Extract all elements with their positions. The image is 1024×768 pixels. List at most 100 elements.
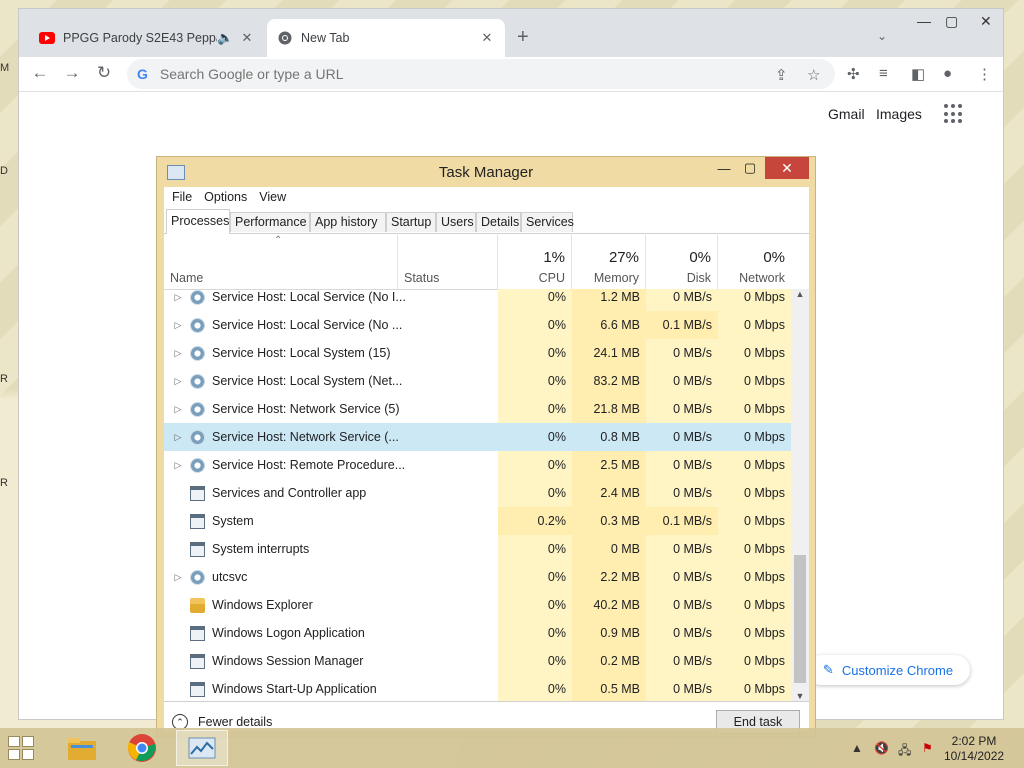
column-disk[interactable]: 0% Disk bbox=[646, 233, 718, 289]
process-name-cell: Services and Controller app bbox=[164, 479, 498, 507]
expand-chevron-icon[interactable]: ▷ bbox=[170, 432, 186, 443]
tab-app-history[interactable]: App history bbox=[310, 212, 386, 232]
profile-avatar-icon[interactable]: ● bbox=[943, 65, 952, 82]
process-name: Windows Start-Up Application bbox=[212, 682, 377, 696]
show-hidden-icons-icon[interactable]: ▲ bbox=[851, 741, 863, 755]
task-manager-taskbar-icon[interactable] bbox=[176, 730, 228, 766]
tab-users[interactable]: Users bbox=[436, 212, 476, 232]
menu-view[interactable]: View bbox=[259, 190, 286, 204]
google-apps-icon[interactable] bbox=[944, 104, 964, 124]
tab-details[interactable]: Details bbox=[476, 212, 521, 232]
tab-youtube[interactable]: PPGG Parody S2E43 Peppa T 🔈 ✕ bbox=[29, 19, 265, 57]
column-cpu[interactable]: 1% CPU bbox=[498, 233, 572, 289]
process-row[interactable]: ▷ Service Host: Local Service (No ... 0% 6.… bbox=[164, 311, 791, 339]
tab-processes[interactable]: Processes bbox=[166, 209, 230, 234]
tab-new-tab[interactable]: New Tab ✕ bbox=[267, 19, 505, 57]
network-icon[interactable]: 🖧 bbox=[898, 741, 911, 762]
network-cell: 0 Mbps bbox=[718, 311, 791, 339]
process-row[interactable]: System interrupts 0% 0 MB 0 MB/s 0 Mbps bbox=[164, 535, 791, 563]
new-tab-button[interactable]: + bbox=[517, 26, 529, 49]
scrollbar-thumb[interactable] bbox=[794, 555, 806, 683]
process-row[interactable]: Windows Start-Up Application 0% 0.5 MB 0 MB… bbox=[164, 675, 791, 701]
task-manager-titlebar[interactable]: Task Manager — ▢ ✕ bbox=[157, 157, 815, 187]
process-row[interactable]: System 0.2% 0.3 MB 0.1 MB/s 0 Mbps bbox=[164, 507, 791, 535]
fewer-details-label: Fewer details bbox=[198, 715, 273, 729]
process-row[interactable]: ▷ utcsvc 0% 2.2 MB 0 MB/s 0 Mbps bbox=[164, 563, 791, 591]
omnibox[interactable]: G ⇪ ☆ bbox=[127, 59, 835, 89]
tab-services[interactable]: Services bbox=[521, 212, 574, 232]
expand-chevron-icon[interactable]: ▷ bbox=[170, 376, 186, 387]
images-link[interactable]: Images bbox=[876, 106, 922, 122]
process-row[interactable]: ▷ Service Host: Local System (15) 0% 24.1 M… bbox=[164, 339, 791, 367]
column-network[interactable]: 0% Network bbox=[718, 233, 791, 289]
customize-chrome-button[interactable]: ✎ Customize Chrome bbox=[806, 655, 970, 685]
column-memory[interactable]: 27% Memory bbox=[572, 233, 646, 289]
close-window-button[interactable]: ✕ bbox=[980, 13, 992, 30]
process-row[interactable]: Windows Explorer 0% 40.2 MB 0 MB/s 0 Mbps bbox=[164, 591, 791, 619]
menu-options[interactable]: Options bbox=[204, 190, 247, 204]
media-control-icon[interactable]: ≡ bbox=[879, 65, 888, 82]
process-name-cell: ▷ Service Host: Network Service (5) bbox=[164, 395, 498, 423]
gmail-link[interactable]: Gmail bbox=[828, 106, 865, 122]
process-row[interactable]: Services and Controller app 0% 2.4 MB 0 MB/… bbox=[164, 479, 791, 507]
chrome-taskbar-icon[interactable] bbox=[116, 730, 168, 766]
process-row[interactable]: ▷ Service Host: Local Service (No I... 0% 1… bbox=[164, 289, 791, 311]
maximize-button[interactable]: ▢ bbox=[739, 157, 761, 179]
sort-up-icon: ⌃ bbox=[274, 235, 283, 246]
expand-chevron-icon[interactable]: ▷ bbox=[170, 348, 186, 359]
side-panel-icon[interactable]: ◧ bbox=[911, 65, 925, 83]
speaker-icon[interactable]: 🔈 bbox=[217, 30, 233, 46]
bookmark-star-icon[interactable]: ☆ bbox=[807, 66, 820, 84]
column-status[interactable]: Status bbox=[398, 233, 498, 289]
memory-cell: 0.5 MB bbox=[572, 675, 646, 701]
expand-chevron-icon[interactable]: ▷ bbox=[170, 292, 186, 303]
action-center-icon[interactable]: ⚑ bbox=[922, 741, 933, 755]
omnibox-input[interactable] bbox=[157, 65, 722, 83]
desktop-edge-letter: R bbox=[0, 477, 8, 489]
process-row[interactable]: ▷ Service Host: Remote Procedure... 0% 2.5 … bbox=[164, 451, 791, 479]
windows-start-icon[interactable] bbox=[8, 736, 36, 760]
menu-file[interactable]: File bbox=[172, 190, 192, 204]
minimize-button[interactable]: — bbox=[713, 157, 735, 179]
maximize-button[interactable]: ▢ bbox=[945, 13, 958, 30]
tab-search-icon[interactable]: ⌄ bbox=[877, 29, 887, 43]
scroll-up-icon[interactable]: ▲ bbox=[791, 289, 809, 299]
process-row[interactable]: ▷ Service Host: Network Service (5) 0% 21.8… bbox=[164, 395, 791, 423]
tab-performance[interactable]: Performance bbox=[230, 212, 310, 232]
close-window-button[interactable]: ✕ bbox=[765, 157, 809, 179]
memory-percent: 27% bbox=[608, 249, 639, 266]
process-row[interactable]: Windows Session Manager 0% 0.2 MB 0 MB/s 0 M… bbox=[164, 647, 791, 675]
kebab-menu-icon[interactable]: ⋮ bbox=[977, 65, 992, 83]
forward-button[interactable]: → bbox=[61, 62, 83, 84]
process-row[interactable]: Windows Logon Application 0% 0.9 MB 0 MB/s 0… bbox=[164, 619, 791, 647]
vertical-scrollbar[interactable]: ▲ ▼ bbox=[791, 289, 809, 701]
expand-chevron-icon[interactable]: ▷ bbox=[170, 320, 186, 331]
scroll-down-icon[interactable]: ▼ bbox=[791, 691, 809, 701]
back-button[interactable]: ← bbox=[29, 62, 51, 84]
tab-startup[interactable]: Startup bbox=[386, 212, 436, 232]
process-row[interactable]: ▷ Service Host: Network Service (... 0% 0.8… bbox=[164, 423, 791, 451]
close-icon[interactable]: ✕ bbox=[239, 30, 255, 46]
clock-date: 10/14/2022 bbox=[944, 749, 1005, 763]
minimize-button[interactable]: — bbox=[917, 13, 931, 29]
task-manager-window: Task Manager — ▢ ✕ File Options View Pro… bbox=[156, 156, 816, 738]
browser-toolbar: ← → ↻ G ⇪ ☆ ✣ ≡ ◧ ● ⋮ bbox=[19, 57, 1003, 92]
cpu-cell: 0% bbox=[498, 563, 572, 591]
system-clock[interactable]: 2:02 PM 10/14/2022 bbox=[944, 734, 1004, 764]
process-name: Service Host: Network Service (... bbox=[212, 430, 399, 444]
share-icon[interactable]: ⇪ bbox=[775, 66, 788, 84]
desktop-edge-letter: D bbox=[0, 165, 8, 177]
taskbar: ▲ 🔇 🖧 ⚑ 2:02 PM 10/14/2022 bbox=[0, 728, 1024, 768]
extensions-icon[interactable]: ✣ bbox=[847, 65, 860, 83]
expand-chevron-icon[interactable]: ▷ bbox=[170, 572, 186, 583]
volume-muted-icon[interactable]: 🔇 bbox=[874, 741, 889, 755]
disk-cell: 0.1 MB/s bbox=[646, 311, 718, 339]
file-explorer-taskbar-icon[interactable] bbox=[56, 730, 108, 766]
expand-chevron-icon[interactable]: ▷ bbox=[170, 404, 186, 415]
reload-button[interactable]: ↻ bbox=[93, 62, 115, 84]
column-name[interactable]: ⌃ Name bbox=[164, 233, 398, 289]
network-cell: 0 Mbps bbox=[718, 479, 791, 507]
close-icon[interactable]: ✕ bbox=[479, 30, 495, 46]
process-row[interactable]: ▷ Service Host: Local System (Net... 0% 83.… bbox=[164, 367, 791, 395]
expand-chevron-icon[interactable]: ▷ bbox=[170, 460, 186, 471]
